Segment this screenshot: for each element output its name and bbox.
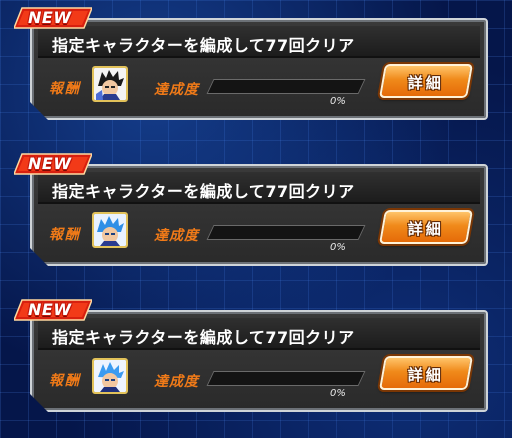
progress-label: 達成度: [154, 82, 199, 98]
new-badge-label: NEW: [28, 154, 72, 173]
mission-title-bar: 指定キャラクターを編成して77回クリア: [38, 26, 480, 58]
new-badge-label: NEW: [28, 300, 72, 319]
progress-label: 達成度: [154, 228, 199, 244]
mission-card: 指定キャラクターを編成して77回クリア 報酬 達成度 0% 詳細 NEW: [14, 153, 488, 266]
mission-title-bar: 指定キャラクターを編成して77回クリア: [38, 172, 480, 204]
progress-label: 達成度: [154, 374, 199, 390]
progress-bar: [207, 371, 366, 386]
progress-bar: [207, 225, 366, 240]
detail-button[interactable]: 詳細: [379, 210, 473, 244]
new-badge-label: NEW: [28, 8, 72, 27]
mission-title: 指定キャラクターを編成して77回クリア: [52, 328, 355, 347]
detail-button-label: 詳細: [407, 366, 444, 384]
reward-label: 報酬: [49, 227, 81, 243]
mission-panel: 指定キャラクターを編成して77回クリア 報酬 達成度 0% 詳細: [30, 18, 488, 120]
progress-percent: 0%: [330, 388, 346, 399]
character-portrait-blue-hair-icon[interactable]: [92, 358, 128, 394]
character-portrait-black-hair-icon[interactable]: [92, 66, 128, 102]
character-portrait-blue-hair-icon[interactable]: [92, 212, 128, 248]
mission-panel: 指定キャラクターを編成して77回クリア 報酬 達成度 0% 詳細: [30, 164, 488, 266]
progress-bar-fill: [208, 80, 214, 93]
detail-button-label: 詳細: [407, 74, 444, 92]
new-badge: NEW: [14, 298, 92, 322]
mission-panel: 指定キャラクターを編成して77回クリア 報酬 達成度 0% 詳細: [30, 310, 488, 412]
mission-title: 指定キャラクターを編成して77回クリア: [52, 182, 355, 201]
detail-button-label: 詳細: [407, 220, 444, 238]
mission-card: 指定キャラクターを編成して77回クリア 報酬 達成度 0% 詳細 NEW: [14, 7, 488, 120]
detail-button[interactable]: 詳細: [379, 356, 473, 390]
new-badge: NEW: [14, 6, 92, 30]
reward-label: 報酬: [49, 81, 81, 97]
progress-percent: 0%: [330, 242, 346, 253]
mission-title: 指定キャラクターを編成して77回クリア: [52, 36, 355, 55]
progress-bar-fill: [208, 372, 214, 385]
new-badge: NEW: [14, 152, 92, 176]
detail-button[interactable]: 詳細: [379, 64, 473, 98]
mission-title-bar: 指定キャラクターを編成して77回クリア: [38, 318, 480, 350]
progress-bar: [207, 79, 366, 94]
progress-percent: 0%: [330, 96, 346, 107]
progress-bar-fill: [208, 226, 214, 239]
reward-label: 報酬: [49, 373, 81, 389]
mission-card: 指定キャラクターを編成して77回クリア 報酬 達成度 0% 詳細 NEW: [14, 299, 488, 412]
